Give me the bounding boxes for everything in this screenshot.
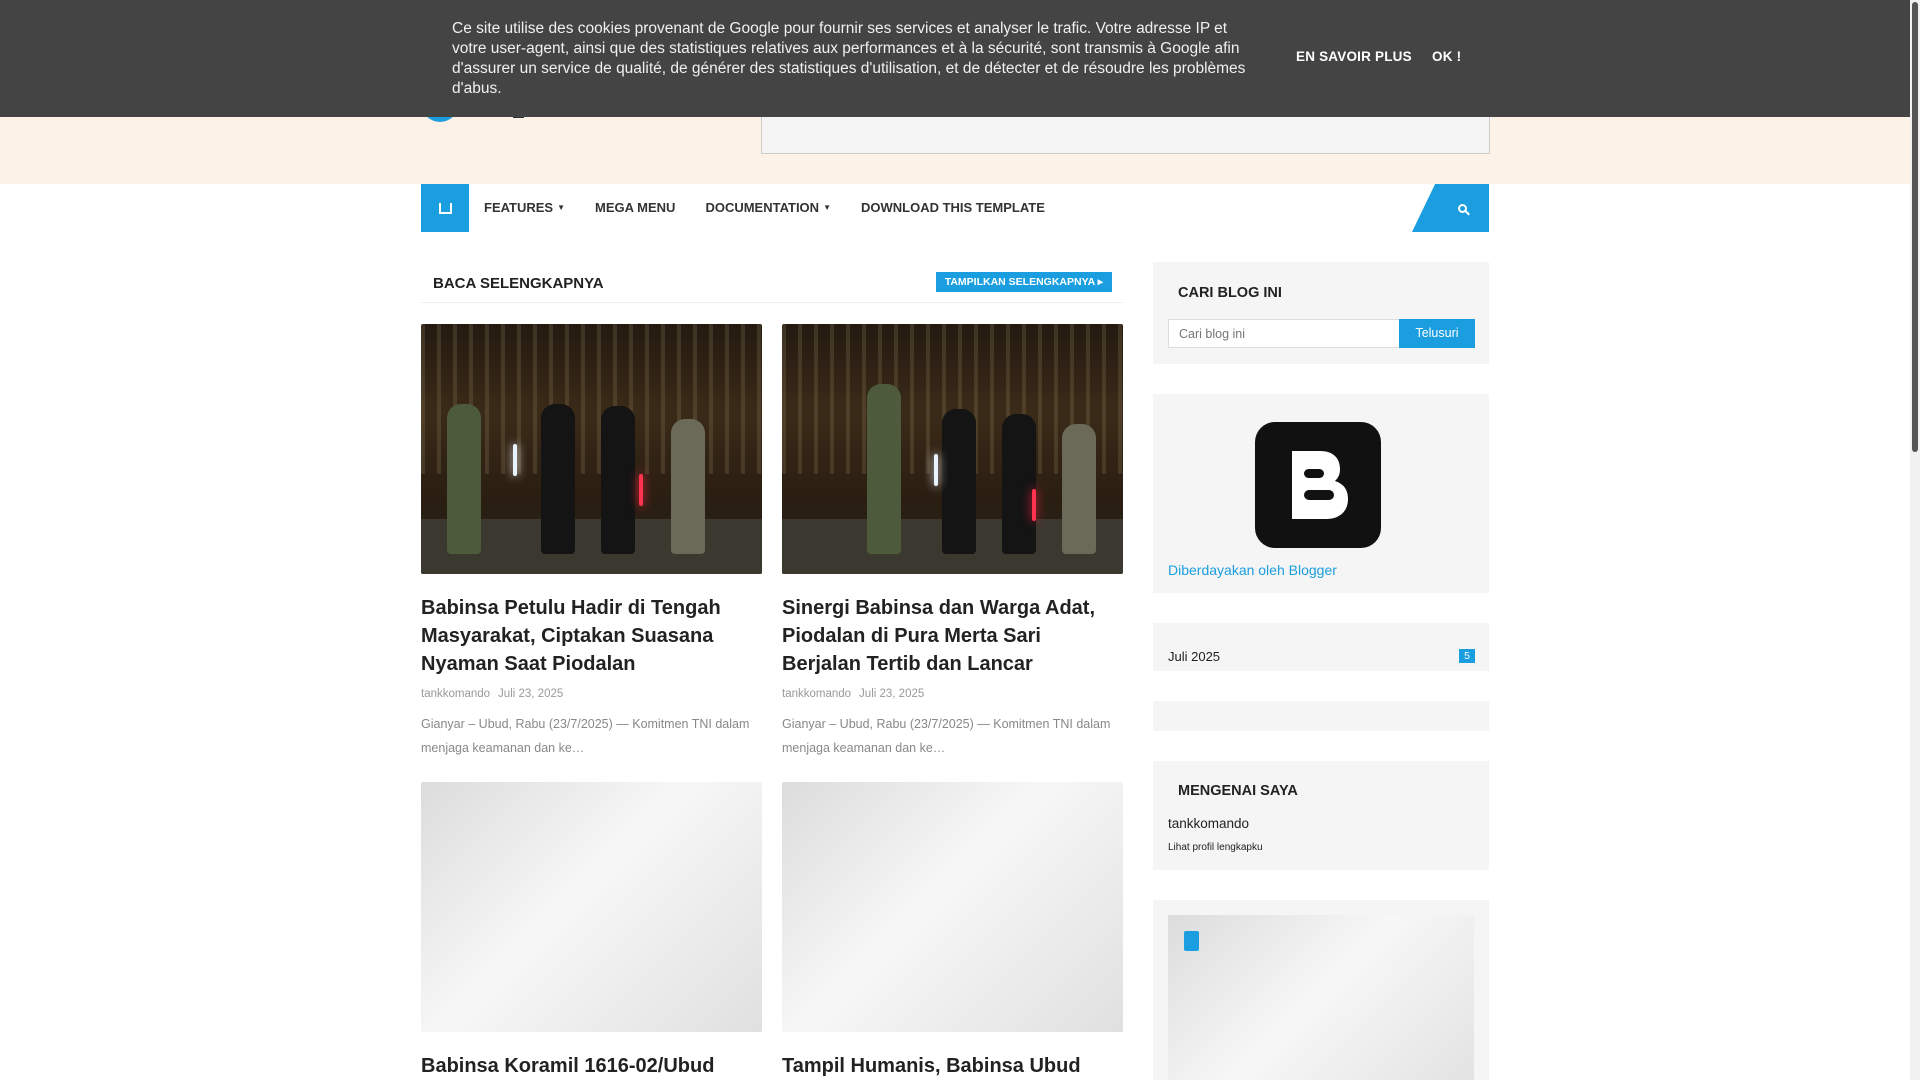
blogger-b-glyph <box>1292 451 1348 519</box>
nav-item-label: DOWNLOAD THIS TEMPLATE <box>860 200 1045 215</box>
show-more-button[interactable]: TAMPILKAN SELENGKAPNYA ▸ <box>935 272 1112 292</box>
post-card: Babinsa Koramil 1616-02/Ubud <box>421 782 762 1080</box>
powered-by-blogger-link[interactable]: Diberdayakan oleh Blogger <box>1168 562 1337 578</box>
post-snippet: Gianyar – Ubud, Rabu (23/7/2025) — Komit… <box>782 717 1111 755</box>
page-scrollbar[interactable] <box>1910 0 1920 1080</box>
nav-item-label: MEGA MENU <box>595 200 676 215</box>
search-widget: CARI BLOG INI Telusuri <box>1153 262 1489 364</box>
post-date[interactable]: Juli 23, 2025 <box>498 688 563 700</box>
nav-item-label: FEATURES <box>484 199 554 215</box>
post-meta: tankkomando Juli 23, 2025 <box>421 688 762 700</box>
post-date[interactable]: Juli 23, 2025 <box>859 688 924 700</box>
nav-home-button[interactable] <box>421 184 469 232</box>
blogger-logo-icon[interactable] <box>1255 422 1381 548</box>
blogger-widget: Diberdayakan oleh Blogger <box>1153 394 1489 593</box>
blog-search-button[interactable]: Telusuri <box>1399 319 1475 348</box>
photo-figure <box>1062 424 1096 554</box>
widget-title: CARI BLOG INI <box>1178 285 1282 301</box>
post-author[interactable]: tankkomando <box>421 688 490 700</box>
post-title[interactable]: Babinsa Petulu Hadir di Tengah Masyaraka… <box>421 594 762 678</box>
post-title[interactable]: Tampil Humanis, Babinsa Ubud <box>782 1052 1123 1080</box>
search-icon <box>1458 203 1467 213</box>
cookie-learn-more-button[interactable]: EN SAVOIR PLUS <box>1296 49 1412 64</box>
post-author[interactable]: tankkomando <box>782 688 851 700</box>
photo-light <box>934 454 938 486</box>
main-content: BACA SELENGKAPNYA TAMPILKAN SELENGKAPNYA… <box>421 263 1123 1077</box>
nav-item-download-template[interactable]: DOWNLOAD THIS TEMPLATE <box>846 184 1060 232</box>
post-title[interactable]: Babinsa Koramil 1616-02/Ubud <box>421 1052 762 1080</box>
post-thumbnail[interactable] <box>782 782 1123 1032</box>
photo-figure <box>671 419 705 554</box>
profile-link[interactable]: Lihat profil lengkapku <box>1168 842 1263 853</box>
photo-light <box>639 474 643 506</box>
archive-count-badge: 5 <box>1459 649 1475 663</box>
post-title[interactable]: Sinergi Babinsa dan Warga Adat, Piodalan… <box>782 594 1123 678</box>
photo-figure <box>541 404 575 554</box>
photo-figure <box>1002 414 1036 554</box>
post-card: Sinergi Babinsa dan Warga Adat, Piodalan… <box>782 324 1123 760</box>
photo-light <box>1032 489 1036 521</box>
post-card: Babinsa Petulu Hadir di Tengah Masyaraka… <box>421 324 762 760</box>
nav-item-features[interactable]: FEATURES ▼ <box>469 184 580 233</box>
photo-figure <box>867 384 901 554</box>
widget-title: MENGENAI SAYA <box>1178 783 1298 799</box>
cookie-banner: Ce site utilise des cookies provenant de… <box>0 0 1910 117</box>
post-thumbnail[interactable] <box>421 324 762 574</box>
empty-widget <box>1153 701 1489 731</box>
cookie-ok-button[interactable]: OK ! <box>1432 49 1461 64</box>
featured-widget <box>1153 900 1489 1080</box>
photo-figure <box>601 406 635 554</box>
section-title: BACA SELENGKAPNYA <box>433 275 604 292</box>
post-card: Tampil Humanis, Babinsa Ubud <box>782 782 1123 1080</box>
chevron-down-icon: ▼ <box>557 203 566 213</box>
about-widget: MENGENAI SAYA tankkomando Lihat profil l… <box>1153 761 1489 870</box>
post-snippet: Gianyar – Ubud, Rabu (23/7/2025) — Komit… <box>421 717 750 755</box>
featured-thumbnail[interactable] <box>1168 915 1474 1080</box>
home-icon <box>438 202 452 214</box>
scrollbar-thumb[interactable] <box>1912 2 1918 452</box>
nav-search-button[interactable] <box>1412 184 1489 232</box>
post-thumbnail[interactable] <box>782 324 1123 574</box>
post-thumbnail[interactable] <box>421 782 762 1032</box>
photo-figure <box>942 409 976 554</box>
featured-badge <box>1184 931 1199 951</box>
profile-name[interactable]: tankkomando <box>1168 816 1249 831</box>
nav-item-documentation[interactable]: DOCUMENTATION ▼ <box>690 184 846 233</box>
photo-light <box>513 444 517 476</box>
nav-item-label: DOCUMENTATION <box>705 199 820 215</box>
chevron-down-icon: ▼ <box>823 203 831 213</box>
nav-item-mega-menu[interactable]: MEGA MENU <box>580 184 690 232</box>
archive-widget: Juli 2025 5 <box>1153 623 1489 671</box>
archive-month[interactable]: Juli 2025 <box>1168 649 1220 664</box>
section-header: BACA SELENGKAPNYA TAMPILKAN SELENGKAPNYA… <box>421 263 1123 303</box>
blog-search-input[interactable] <box>1168 319 1400 348</box>
photo-figure <box>447 404 481 554</box>
cookie-text: Ce site utilise des cookies provenant de… <box>452 20 1246 97</box>
main-nav: FEATURES ▼ MEGA MENU DOCUMENTATION ▼ DOWNL… <box>421 184 1489 232</box>
post-meta: tankkomando Juli 23, 2025 <box>782 688 1123 700</box>
